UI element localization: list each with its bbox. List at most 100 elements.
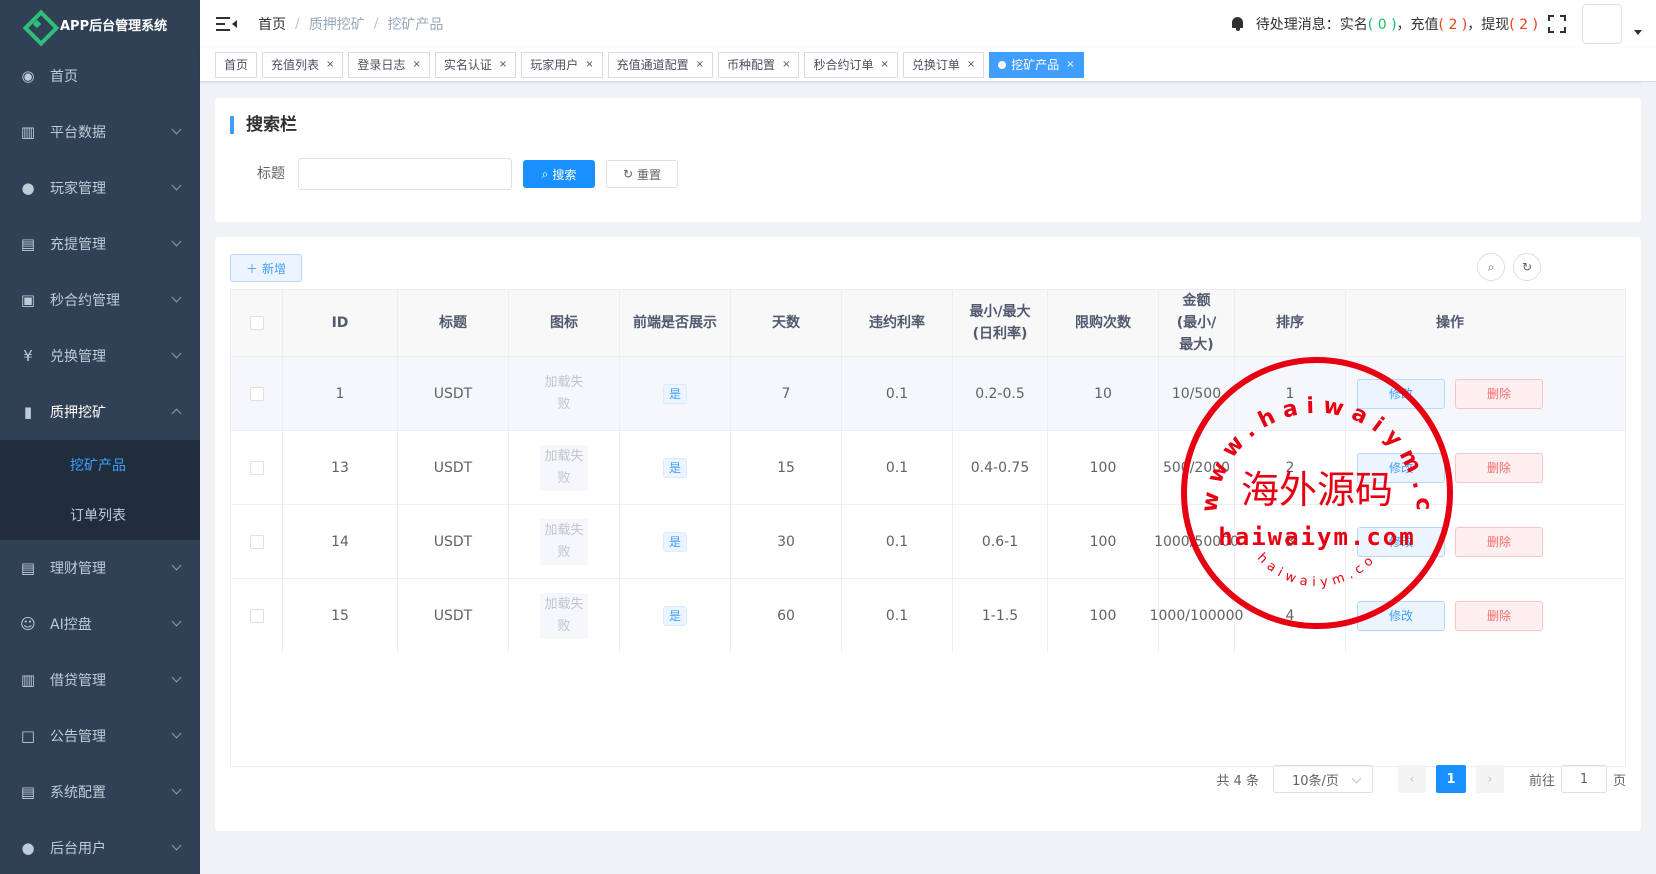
breadcrumb-mining: 质押挖矿 (308, 17, 365, 33)
close-icon[interactable]: × (326, 59, 334, 70)
cell-days: 15 (731, 431, 842, 504)
tag-7[interactable]: 秒合约订单 × (804, 51, 898, 78)
title-search-input[interactable] (298, 158, 512, 190)
column-header: 排序 (1235, 290, 1346, 356)
page-scrollbar[interactable] (1641, 82, 1656, 874)
page-jump-input[interactable]: 1 (1560, 765, 1607, 793)
fullscreen-icon[interactable] (1548, 15, 1566, 33)
cell-rate: 0.4-0.75 (953, 431, 1048, 504)
tags-view: 首页 充值列表 × 登录日志 × 实名认证 × 玩家用户 × 充值通道配置 × 币种配置 × 秒合约订单 ×… (200, 48, 1656, 82)
chevron-down-icon (171, 180, 182, 191)
watermark-domain-text: haiwaiym.com (1218, 523, 1415, 551)
cell-limit: 100 (1048, 505, 1159, 578)
bar-chart-icon: ▮ (23, 403, 33, 421)
sidebar-subitem-1[interactable]: 订单列表 (0, 490, 200, 540)
cell-icon: 加载失败 (509, 579, 620, 652)
delete-button[interactable]: 删除 (1455, 452, 1543, 483)
tag-label: 充值列表 (271, 58, 320, 72)
close-icon[interactable]: × (696, 59, 704, 70)
column-header: 最小/最大(日利率) (953, 290, 1048, 356)
delete-button[interactable]: 删除 (1455, 526, 1543, 557)
refresh-icon: ↻ (1521, 260, 1533, 274)
sidebar-item-label: 首页 (50, 69, 78, 85)
pending-notice[interactable]: 待处理消息：实名( 0 )，充值( 2 )，提现( 2 ) (1256, 14, 1538, 34)
toggle-search-button[interactable]: ⌕ (1477, 253, 1505, 281)
book-icon: ▥ (20, 671, 36, 689)
robot-icon: ☺ (20, 615, 36, 633)
select-all-checkbox[interactable] (249, 316, 264, 330)
next-page-button[interactable]: › (1475, 765, 1504, 793)
cell-show: 是 (620, 357, 731, 430)
prev-page-button[interactable]: ‹ (1397, 765, 1426, 793)
tag-label: 首页 (224, 58, 249, 72)
sidebar-item-1[interactable]: ▥ 平台数据 (0, 104, 200, 160)
sidebar-item-lower-1[interactable]: ☺ AI控盘 (0, 596, 200, 652)
cell-penalty: 0.1 (842, 579, 953, 652)
app-logo[interactable]: APP后台管理系统 (0, 0, 200, 48)
sidebar: APP后台管理系统 ◉ 首页 ▥ 平台数据 ● 玩家管理 ▤ 充提管理 ▣ 秒合约管理 ¥ 兑换管理 ▮… (0, 0, 200, 874)
page-1-button[interactable]: 1 (1435, 765, 1466, 793)
sidebar-item-0[interactable]: ◉ 首页 (0, 48, 200, 104)
hamburger-icon[interactable] (216, 14, 237, 34)
sidebar-item-2[interactable]: ● 玩家管理 (0, 160, 200, 216)
close-icon[interactable]: × (880, 59, 888, 70)
tag-9[interactable]: 挖矿产品 × (989, 51, 1084, 78)
column-header: 限购次数 (1048, 290, 1159, 356)
row-checkbox[interactable] (249, 608, 264, 623)
sidebar-menu-lower: ▤ 理财管理 ☺ AI控盘 ▥ 借贷管理 □ 公告管理 ▤ 系统配置 ● 后台用户 (0, 540, 200, 874)
row-checkbox[interactable] (249, 460, 264, 475)
row-checkbox[interactable] (249, 534, 264, 549)
tag-4[interactable]: 玩家用户 × (521, 51, 603, 78)
user-icon: ● (21, 179, 35, 197)
sidebar-item-lower-0[interactable]: ▤ 理财管理 (0, 540, 200, 596)
avatar[interactable] (1582, 4, 1622, 44)
refresh-table-button[interactable]: ↻ (1513, 253, 1541, 281)
close-icon[interactable]: × (1066, 59, 1074, 70)
reset-button[interactable]: ↻ 重置 (606, 160, 678, 188)
close-icon[interactable]: × (782, 59, 790, 70)
delete-button[interactable]: 删除 (1455, 378, 1543, 409)
tag-6[interactable]: 币种配置 × (718, 51, 800, 78)
sidebar-item-4[interactable]: ▣ 秒合约管理 (0, 272, 200, 328)
tag-3[interactable]: 实名认证 × (434, 51, 517, 78)
table-header: ID 标题 图标 前端是否展示 天数 违约利率 最小/最大(日利率) 限购次数 金额(最小/最大… (231, 290, 1625, 356)
add-button[interactable]: ＋新增 (230, 254, 302, 282)
logo-icon (22, 9, 52, 39)
sidebar-item-5[interactable]: ¥ 兑换管理 (0, 328, 200, 384)
sidebar-item-lower-4[interactable]: ▤ 系统配置 (0, 764, 200, 820)
sidebar-item-lower-3[interactable]: □ 公告管理 (0, 708, 200, 764)
title-label: 标题 (257, 166, 285, 182)
sidebar-item-lower-5[interactable]: ● 后台用户 (0, 820, 200, 874)
tag-0[interactable]: 首页 (215, 51, 258, 78)
row-checkbox[interactable] (249, 386, 264, 401)
cell-penalty: 0.1 (842, 431, 953, 504)
breadcrumb-home[interactable]: 首页 (258, 14, 286, 34)
cell-title: USDT (398, 431, 509, 504)
sidebar-item-lower-2[interactable]: ▥ 借贷管理 (0, 652, 200, 708)
tag-label: 秒合约订单 (813, 58, 874, 72)
tag-8[interactable]: 兑换订单 × (902, 51, 985, 78)
breadcrumb-current: 挖矿产品 (387, 17, 444, 33)
sidebar-subitem-0[interactable]: 挖矿产品 (0, 440, 200, 490)
tag-2[interactable]: 登录日志 × (348, 51, 430, 78)
tag-1[interactable]: 充值列表 × (262, 51, 344, 78)
close-icon[interactable]: × (499, 59, 507, 70)
caret-down-icon[interactable] (1634, 29, 1642, 35)
chevron-down-icon (171, 236, 182, 247)
search-button[interactable]: ⌕ 搜索 (523, 160, 595, 188)
close-icon[interactable]: × (412, 59, 420, 70)
cell-id: 13 (283, 431, 398, 504)
sidebar-item-6[interactable]: ▮ 质押挖矿 (0, 384, 200, 440)
sidebar-item-3[interactable]: ▤ 充提管理 (0, 216, 200, 272)
close-icon[interactable]: × (585, 59, 593, 70)
close-icon[interactable]: × (967, 59, 975, 70)
cell-limit: 100 (1048, 431, 1159, 504)
cell-icon: 加载失败 (509, 431, 620, 504)
tag-label: 实名认证 (443, 58, 492, 72)
image-load-failed: 加载失败 (540, 592, 588, 639)
page-size-select[interactable]: 10条/页 (1272, 765, 1373, 793)
delete-button[interactable]: 删除 (1455, 600, 1543, 631)
bell-icon[interactable] (1230, 16, 1246, 32)
dashboard-icon: ◉ (21, 67, 35, 85)
tag-5[interactable]: 充值通道配置 × (607, 51, 714, 78)
